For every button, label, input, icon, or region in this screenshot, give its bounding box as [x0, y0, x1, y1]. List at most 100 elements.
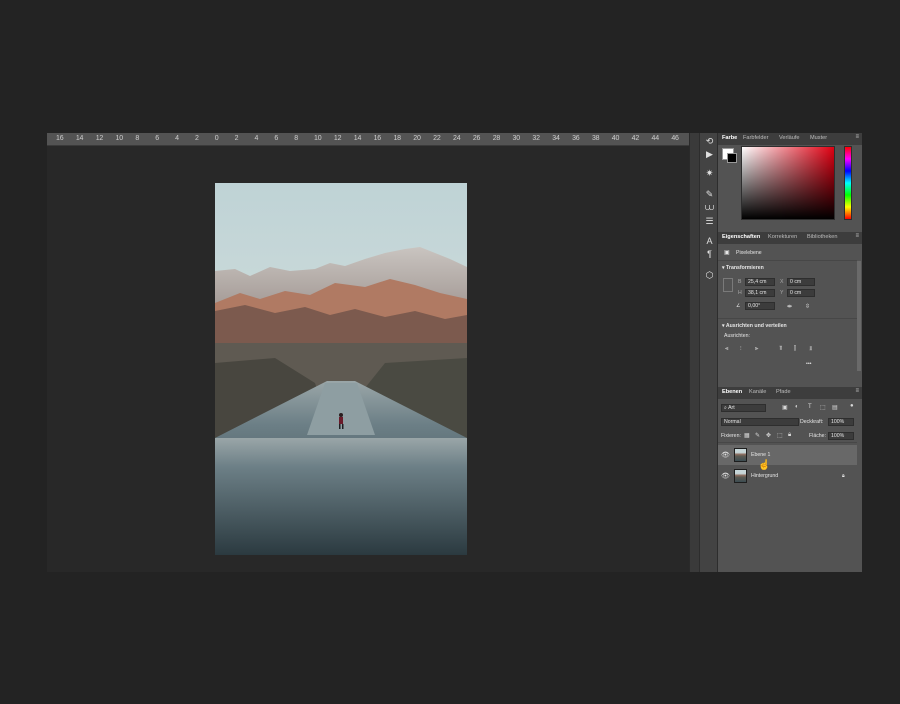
- lock-position-icon[interactable]: ✥: [766, 432, 771, 439]
- lock-icon: 🔒︎: [842, 473, 845, 479]
- ruler-tick-label: 2: [234, 135, 239, 142]
- ruler-tick-label: 8: [294, 135, 298, 142]
- layer-filter-kind-select[interactable]: ⌕ Art: [721, 404, 766, 412]
- angle-field[interactable]: 0,00°: [745, 302, 775, 310]
- brush-presets-icon[interactable]: ⩊: [703, 201, 716, 213]
- lock-all-icon[interactable]: 🔒︎: [788, 432, 791, 439]
- layer-name[interactable]: Hintergrund: [751, 473, 778, 479]
- filter-adjustment-icon[interactable]: ◐: [795, 404, 799, 410]
- height-field[interactable]: 38,1 cm: [745, 289, 775, 297]
- ruler-tick-label: 16: [373, 135, 382, 142]
- more-options-button[interactable]: •••: [806, 361, 811, 367]
- background-color-swatch[interactable]: [727, 153, 737, 163]
- properties-scrollbar[interactable]: [857, 261, 861, 371]
- width-field[interactable]: 25,4 cm: [745, 278, 775, 286]
- layer-row-ebene-1[interactable]: 👁︎ Ebene 1: [718, 445, 857, 465]
- ruler-tick-label: 2: [194, 135, 199, 142]
- lock-transparency-icon[interactable]: ▦: [744, 432, 750, 439]
- ruler-tick-label: 40: [611, 135, 620, 142]
- filter-smart-object-icon[interactable]: ▤: [832, 404, 838, 411]
- link-dimensions-icon[interactable]: [723, 278, 733, 292]
- right-panels: Farbe Farbfelder Verläufe Muster ≡ Eigen…: [718, 133, 862, 572]
- align-bottom-icon[interactable]: ⫫: [809, 346, 812, 353]
- tab-eigenschaften[interactable]: Eigenschaften: [722, 234, 760, 240]
- x-field[interactable]: 0 cm: [787, 278, 815, 286]
- character-icon[interactable]: A: [703, 235, 716, 247]
- history-icon[interactable]: ⟲: [703, 135, 716, 147]
- ruler-tick-label: 28: [492, 135, 501, 142]
- align-label: Ausrichten:: [724, 333, 750, 339]
- photoshop-window: 16 14 12 10 8 6 4 2 0 2 4 6 8 10 12 14 16 18 20 22 24 26 28 30 3…: [47, 133, 862, 572]
- ruler-tick-label: 6: [274, 135, 279, 142]
- ruler-tick-label: 42: [631, 135, 640, 142]
- ruler-tick-label: 30: [512, 135, 521, 142]
- ruler-tick-label: 46: [671, 135, 679, 142]
- lock-pixels-icon[interactable]: ✎: [755, 432, 760, 439]
- 3d-cube-icon[interactable]: ⬡: [703, 269, 716, 281]
- tab-kanaele[interactable]: Kanäle: [749, 389, 766, 395]
- width-label: B: [738, 279, 742, 285]
- fill-field[interactable]: 100%: [828, 432, 854, 440]
- flip-vertical-icon[interactable]: ⇳: [805, 303, 810, 310]
- align-left-icon[interactable]: ⫷: [725, 346, 728, 353]
- flip-horizontal-icon[interactable]: ⇹: [787, 303, 792, 310]
- tab-korrekturen[interactable]: Korrekturen: [768, 234, 797, 240]
- align-middle-icon[interactable]: ⫿: [794, 346, 796, 353]
- panel-menu-icon[interactable]: ≡: [855, 233, 859, 239]
- opacity-label: Deckkraft:: [800, 419, 824, 425]
- canvas-area[interactable]: [47, 146, 689, 572]
- tab-muster[interactable]: Muster: [810, 135, 827, 141]
- visibility-eye-icon[interactable]: 👁︎: [721, 472, 730, 480]
- color-picker-field[interactable]: [741, 146, 835, 220]
- panel-menu-icon[interactable]: ≡: [855, 388, 859, 394]
- ruler-tick-label: 8: [135, 135, 140, 142]
- height-label: H: [738, 290, 742, 296]
- opacity-field[interactable]: 100%: [828, 418, 854, 426]
- ruler-tick-label: 32: [532, 135, 540, 142]
- align-right-icon[interactable]: ⫸: [755, 346, 758, 353]
- horizontal-ruler[interactable]: 16 14 12 10 8 6 4 2 0 2 4 6 8 10 12 14 16 18 20 22 24 26 28 30 3…: [47, 133, 689, 146]
- actions-play-icon[interactable]: ▶: [703, 148, 716, 160]
- align-top-icon[interactable]: ⫪: [779, 346, 782, 353]
- tab-ebenen[interactable]: Ebenen: [722, 389, 742, 395]
- align-center-h-icon[interactable]: ⫶: [740, 346, 742, 353]
- ruler-tick-label: 14: [75, 135, 84, 142]
- adjustment-sun-icon[interactable]: ✷: [703, 167, 716, 179]
- paragraph-icon[interactable]: ¶: [703, 248, 716, 260]
- align-section-title[interactable]: ▾ Ausrichten und verteilen: [722, 323, 787, 329]
- tab-farbe[interactable]: Farbe: [722, 135, 737, 141]
- visibility-eye-icon[interactable]: 👁︎: [721, 451, 730, 459]
- filter-shape-icon[interactable]: ⬚: [820, 404, 826, 411]
- y-field[interactable]: 0 cm: [787, 289, 815, 297]
- align-title-text: Ausrichten und verteilen: [725, 323, 787, 329]
- panel-menu-icon[interactable]: ≡: [855, 134, 859, 140]
- filter-pixel-icon[interactable]: ▣: [782, 404, 788, 411]
- ruler-tick-label: 34: [552, 135, 560, 142]
- layer-name[interactable]: Ebene 1: [751, 452, 770, 458]
- hue-slider[interactable]: [844, 146, 852, 220]
- tab-farbfelder[interactable]: Farbfelder: [743, 135, 769, 141]
- tab-pfade[interactable]: Pfade: [776, 389, 791, 395]
- tab-bibliotheken[interactable]: Bibliotheken: [807, 234, 837, 240]
- transform-section-title[interactable]: ▾ Transformieren: [722, 265, 764, 271]
- vertical-scrollbar[interactable]: [689, 133, 699, 572]
- lock-artboard-icon[interactable]: ⬚: [777, 432, 783, 439]
- filter-kind-text: Art: [728, 405, 735, 411]
- ruler-tick-label: 26: [472, 135, 481, 142]
- sliders-icon[interactable]: ☰: [703, 215, 716, 227]
- x-label: X: [780, 279, 784, 285]
- transform-title-text: Transformieren: [726, 265, 764, 271]
- ruler-tick-label: 36: [572, 135, 580, 142]
- filter-toggle-icon[interactable]: ●: [850, 403, 854, 409]
- angle-icon: ∠: [736, 303, 741, 309]
- filter-type-icon[interactable]: T: [808, 404, 812, 410]
- tab-verlaeufe[interactable]: Verläufe: [779, 135, 800, 141]
- layer-row-hintergrund[interactable]: 👁︎ Hintergrund 🔒︎: [718, 466, 857, 486]
- document-image[interactable]: [215, 183, 467, 555]
- divider: [718, 318, 857, 319]
- blend-mode-select[interactable]: Normal: [721, 418, 799, 426]
- layer-thumbnail: [734, 448, 747, 462]
- ruler-tick-label: 0: [214, 135, 219, 142]
- brush-settings-icon[interactable]: ✎: [703, 188, 716, 200]
- pixel-layer-icon: ▣: [724, 250, 730, 256]
